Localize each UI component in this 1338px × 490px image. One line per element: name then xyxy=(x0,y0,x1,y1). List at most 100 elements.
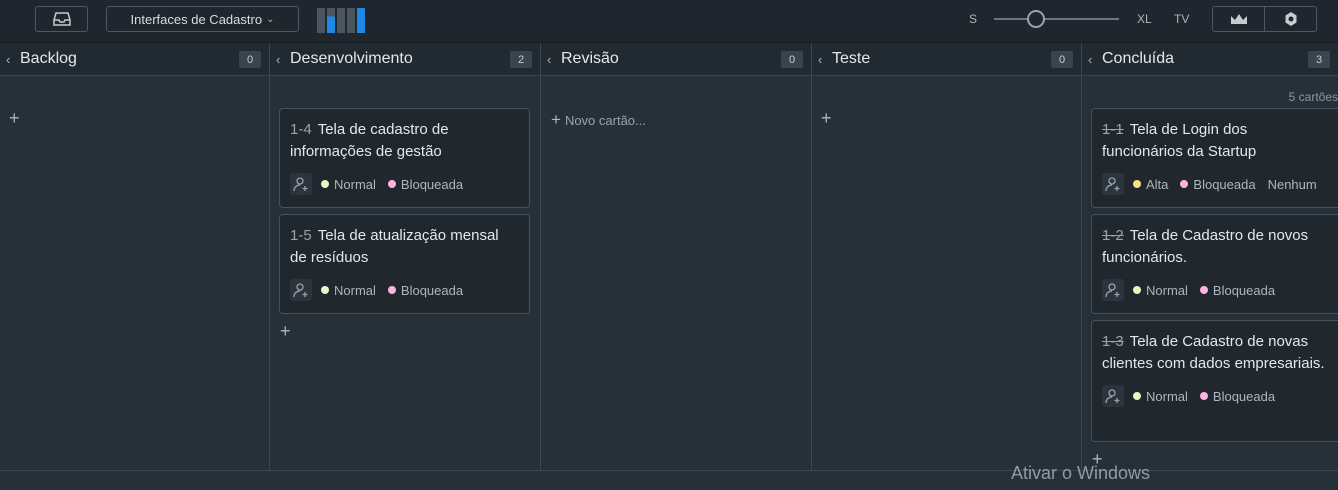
card-title-text: Tela de Login dos funcionários da Startu… xyxy=(1102,121,1257,160)
tv-mode-button[interactable]: TV xyxy=(1174,12,1189,26)
column-count: 3 xyxy=(1308,51,1330,68)
task-card[interactable]: 1-4 Tela de cadastro de informações de ge… xyxy=(279,108,530,208)
card-id: 1-1 xyxy=(1102,121,1124,138)
status-tag[interactable]: Bloqueada xyxy=(387,282,464,298)
card-meta: Normal Bloqueada xyxy=(1102,278,1331,302)
card-title: 1-4 Tela de cadastro de informações de ge… xyxy=(290,119,519,163)
task-card[interactable]: 1-2 Tela de Cadastro de novos funcionário… xyxy=(1091,214,1338,314)
plus-icon: + xyxy=(551,110,561,129)
card-id: 1-4 xyxy=(290,121,312,138)
view-button-group xyxy=(1212,6,1317,32)
level-bar xyxy=(317,8,325,33)
settings-button[interactable] xyxy=(1264,7,1316,31)
priority-label: Normal xyxy=(1146,282,1188,298)
status-dot xyxy=(1199,392,1208,400)
priority-tag[interactable]: Normal xyxy=(321,283,376,298)
column-header[interactable]: ‹ Desenvolvimento 2 xyxy=(270,43,540,76)
chevron-left-icon[interactable]: ‹ xyxy=(818,52,830,67)
priority-tag[interactable]: Normal xyxy=(321,177,376,192)
extra-label: Nenhum xyxy=(1267,176,1317,192)
status-tag[interactable]: Bloqueada xyxy=(1199,389,1275,404)
column-header[interactable]: ‹ Revisão 0 xyxy=(541,43,811,76)
column-title: Revisão xyxy=(561,50,619,67)
column-teste: ‹ Teste 0 + xyxy=(812,43,1082,470)
chevron-left-icon[interactable]: ‹ xyxy=(1088,52,1100,67)
task-card[interactable]: 1-3 Tela de Cadastro de novas clientes co… xyxy=(1091,320,1338,442)
assign-user-icon[interactable] xyxy=(290,279,312,301)
column-revisao: ‹ Revisão 0 + Novo cartão... xyxy=(541,43,812,470)
priority-tag[interactable]: Normal xyxy=(1133,389,1188,404)
new-card-label: Novo cartão... xyxy=(564,112,646,128)
task-card[interactable]: 1-1 Tela de Login dos funcionários da Sta… xyxy=(1091,108,1338,208)
chevron-left-icon[interactable]: ‹ xyxy=(547,52,559,67)
card-title: 1-5 Tela de atualização mensal de resíduo… xyxy=(290,225,519,269)
priority-dot xyxy=(321,180,329,188)
add-card-icon[interactable]: + xyxy=(9,109,20,127)
extra-tag[interactable]: Nenhum xyxy=(1268,177,1317,192)
assign-user-icon[interactable] xyxy=(290,173,312,195)
level-bar xyxy=(337,8,345,33)
column-header[interactable]: ‹ Teste 0 xyxy=(812,43,1081,76)
chevron-down-icon: ⌄ xyxy=(266,13,275,25)
priority-dot xyxy=(1133,286,1141,294)
board-selector[interactable]: Interfaces de Cadastro ⌄ xyxy=(106,6,299,32)
crown-icon xyxy=(1230,14,1247,24)
status-tag[interactable]: Bloqueada xyxy=(1180,176,1256,192)
windows-activation-watermark: Ativar o Windows xyxy=(1011,463,1151,483)
column-header[interactable]: ‹ Concluída 3 xyxy=(1082,43,1338,76)
column-title: Concluída xyxy=(1102,50,1175,67)
card-title-text: Tela de atualização mensal de resíduos xyxy=(290,227,499,266)
level-bar xyxy=(357,8,365,33)
status-label: Bloqueada xyxy=(400,176,464,192)
size-large-label: XL xyxy=(1137,12,1152,26)
card-id: 1-2 xyxy=(1102,227,1124,244)
card-title: 1-1 Tela de Login dos funcionários da Sta… xyxy=(1102,119,1331,163)
chevron-left-icon[interactable]: ‹ xyxy=(276,52,288,67)
status-label: Bloqueada xyxy=(1193,176,1256,192)
task-card[interactable]: 1-5 Tela de atualização mensal de resíduo… xyxy=(279,214,530,314)
status-dot xyxy=(1199,286,1208,294)
card-title-text: Tela de cadastro de informações de gestã… xyxy=(290,121,449,160)
card-id: 1-3 xyxy=(1102,333,1124,350)
card-id: 1-5 xyxy=(290,227,312,244)
priority-tag[interactable]: Alta xyxy=(1133,177,1168,192)
column-count: 0 xyxy=(781,51,803,68)
assign-user-icon[interactable] xyxy=(1102,385,1124,407)
priority-tag[interactable]: Normal xyxy=(1133,283,1188,298)
size-small-label: S xyxy=(969,12,978,26)
board-name: Interfaces de Cadastro xyxy=(130,11,263,27)
priority-dot xyxy=(321,286,329,294)
crown-button[interactable] xyxy=(1213,7,1264,31)
assign-user-icon[interactable] xyxy=(1102,279,1124,301)
status-dot xyxy=(387,286,396,294)
status-label: Bloqueada xyxy=(400,282,464,298)
add-card-icon[interactable]: + xyxy=(280,322,291,340)
card-meta: Normal Bloqueada xyxy=(290,278,519,302)
cards-count: 5 cartões xyxy=(1288,90,1338,104)
wip-level-indicator[interactable] xyxy=(317,8,365,33)
card-size-slider[interactable] xyxy=(994,18,1119,20)
new-card-button[interactable]: + Novo cartão... xyxy=(551,110,646,130)
card-title: 1-2 Tela de Cadastro de novos funcionário… xyxy=(1102,225,1331,269)
column-count: 2 xyxy=(510,51,532,68)
chevron-left-icon[interactable]: ‹ xyxy=(6,52,18,67)
top-toolbar: Interfaces de Cadastro ⌄ S XL TV xyxy=(0,0,1338,43)
level-bar xyxy=(347,8,355,33)
column-header[interactable]: ‹ Backlog 0 xyxy=(0,43,269,76)
card-title-text: Tela de Cadastro de novos funcionários. xyxy=(1102,227,1309,266)
gear-icon xyxy=(1285,12,1296,26)
priority-dot xyxy=(1133,392,1141,400)
column-concluida: ‹ Concluída 3 5 cartões 1-1 Tela de Login… xyxy=(1082,43,1338,470)
assign-user-icon[interactable] xyxy=(1102,173,1124,195)
card-title: 1-3 Tela de Cadastro de novas clientes co… xyxy=(1102,331,1331,375)
status-tag[interactable]: Bloqueada xyxy=(387,176,464,192)
inbox-button[interactable] xyxy=(35,6,88,32)
add-card-icon[interactable]: + xyxy=(821,109,832,127)
inbox-icon xyxy=(52,12,71,26)
card-size-slider-thumb[interactable] xyxy=(1027,10,1045,28)
column-count: 0 xyxy=(239,51,261,68)
status-dot xyxy=(387,180,396,188)
status-label: Bloqueada xyxy=(1212,282,1276,298)
column-title: Teste xyxy=(832,50,871,67)
status-tag[interactable]: Bloqueada xyxy=(1199,282,1276,298)
